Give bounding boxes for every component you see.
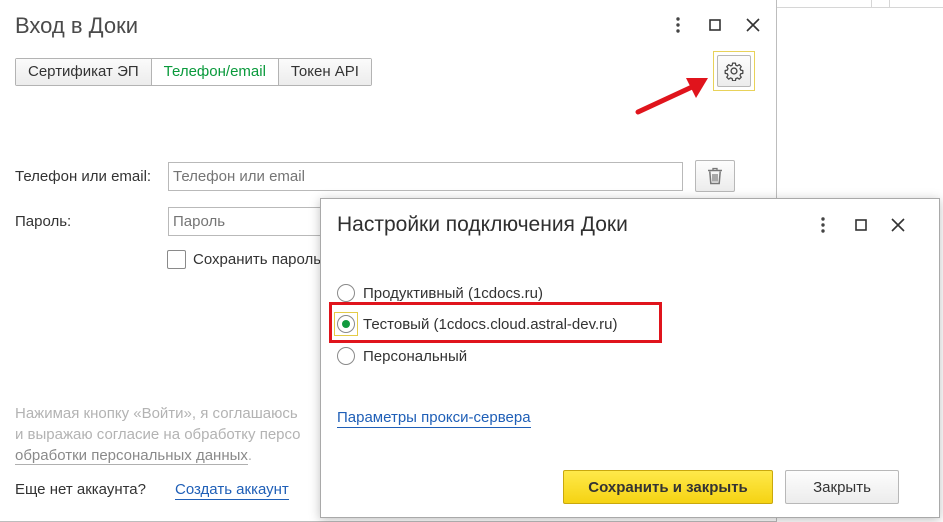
dialog-more-menu-icon[interactable] (812, 213, 834, 237)
login-method-tabs: Сертификат ЭП Телефон/email Токен API (15, 58, 372, 86)
screen: Вход в Доки Сертификат ЭП Телефон/email … (0, 0, 943, 522)
password-label: Пароль: (15, 213, 72, 230)
clear-button[interactable] (695, 160, 735, 192)
phone-email-input[interactable] (168, 162, 683, 191)
radio-button[interactable] (337, 284, 355, 302)
close-icon[interactable] (742, 12, 764, 38)
consent-text: Нажимая кнопку «Войти», я соглашаюсь и в… (15, 405, 301, 465)
connection-settings-dialog: Настройки подключения Доки Продуктивный … (320, 198, 940, 518)
save-password-label: Сохранить пароль (193, 251, 320, 268)
tab-api-token[interactable]: Токен API (278, 59, 371, 85)
personal-data-link[interactable]: обработки персональных данных (15, 447, 248, 465)
red-highlight-annotation (329, 302, 662, 343)
password-input[interactable] (168, 207, 328, 236)
save-and-close-button[interactable]: Сохранить и закрыть (563, 470, 773, 504)
window-title: Вход в Доки (15, 13, 138, 38)
red-arrow-annotation (635, 78, 708, 115)
dialog-title: Настройки подключения Доки (337, 213, 628, 236)
background-window-edge (777, 0, 943, 8)
create-account-link[interactable]: Создать аккаунт (175, 481, 289, 500)
phone-label: Телефон или email: (15, 168, 152, 185)
tab-certificate[interactable]: Сертификат ЭП (16, 59, 152, 85)
maximize-icon[interactable] (704, 12, 726, 38)
tab-phone-email[interactable]: Телефон/email (151, 59, 279, 85)
save-password-checkbox[interactable] (167, 250, 186, 269)
gear-icon (724, 62, 744, 81)
trash-icon (708, 167, 722, 185)
close-button[interactable]: Закрыть (785, 470, 899, 504)
dialog-maximize-icon[interactable] (850, 213, 872, 237)
radio-option-personal[interactable]: Персональный (337, 344, 467, 368)
no-account-text: Еще нет аккаунта? (15, 481, 146, 498)
more-menu-icon[interactable] (667, 12, 689, 38)
dialog-close-icon[interactable] (887, 213, 909, 237)
radio-button[interactable] (337, 347, 355, 365)
proxy-settings-link[interactable]: Параметры прокси-сервера (337, 409, 531, 428)
